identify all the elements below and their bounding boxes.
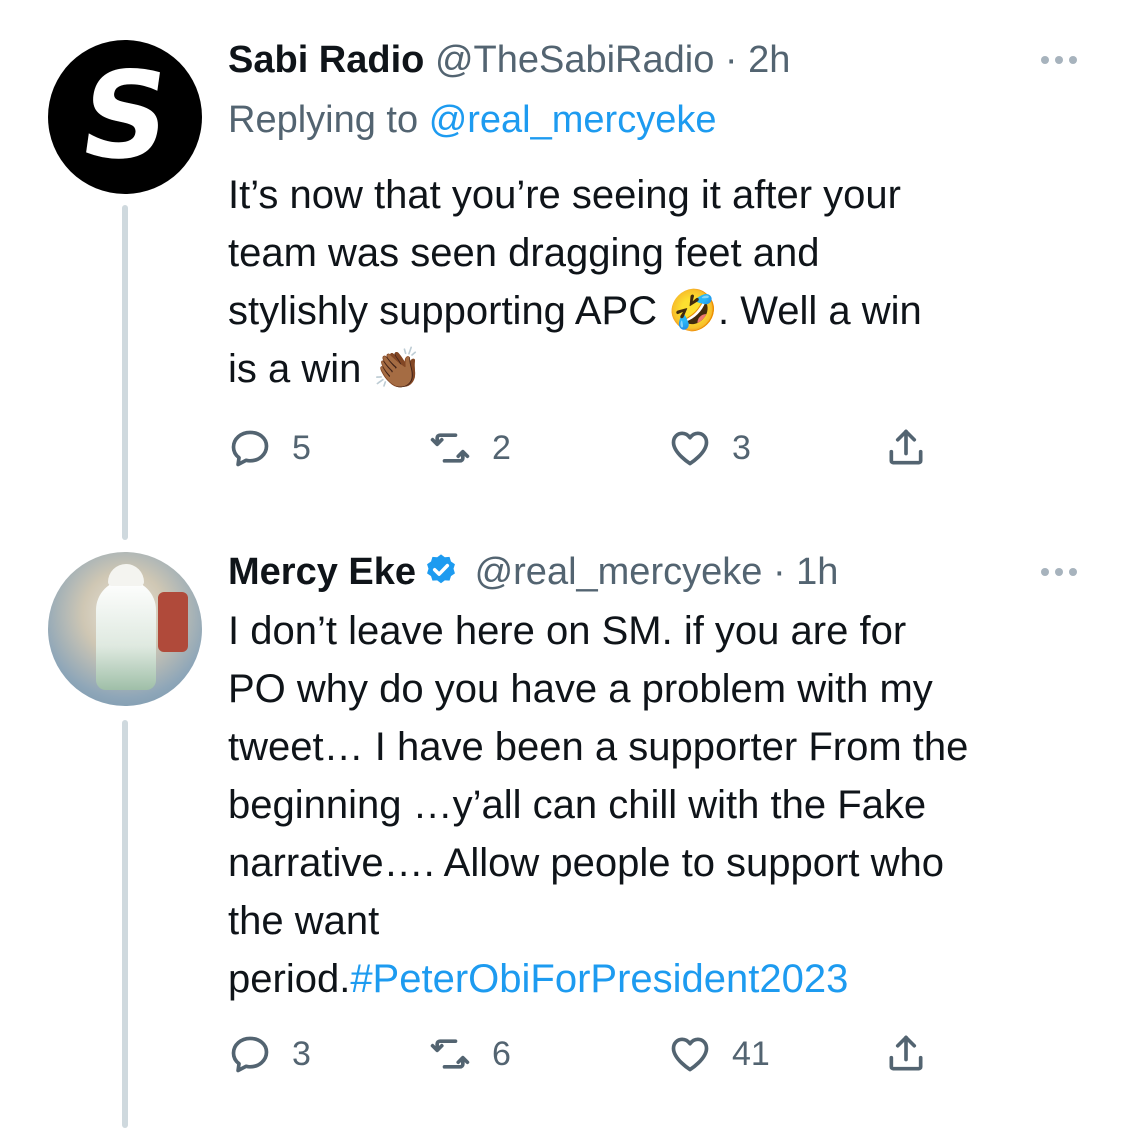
verified-badge-icon: [427, 554, 455, 584]
retweet-button[interactable]: 6: [428, 1032, 511, 1076]
retweet-button[interactable]: 2: [428, 426, 511, 470]
tweet-text-line: team was seen dragging feet and: [228, 231, 820, 275]
tweet-text-line: beginning …y’all can chill with the Fake: [228, 783, 927, 827]
user-handle[interactable]: @TheSabiRadio: [435, 39, 714, 81]
display-name[interactable]: Mercy Eke: [228, 551, 416, 593]
reply-count: 5: [292, 428, 311, 467]
like-count: 3: [732, 428, 751, 467]
like-count: 41: [732, 1034, 770, 1073]
avatar-photo: [108, 564, 144, 586]
replying-to-label: Replying to: [228, 99, 419, 141]
tweet-header: Sabi Radio @TheSabiRadio · 2h: [228, 38, 790, 82]
retweet-count: 2: [492, 428, 511, 467]
display-name[interactable]: Sabi Radio: [228, 39, 424, 81]
tweet-actions: 5 2 3: [228, 426, 948, 472]
more-icon[interactable]: [1041, 56, 1077, 64]
tweet-text-line: the want: [228, 899, 380, 943]
tweet-text-line: is a win 👏🏾: [228, 347, 423, 391]
separator: ·: [724, 39, 738, 81]
tweet-text-line: PO why do you have a problem with my: [228, 667, 933, 711]
avatar[interactable]: [48, 552, 202, 706]
tweet-text-line: narrative…. Allow people to support who: [228, 841, 944, 885]
reply-icon: [231, 430, 269, 467]
timestamp[interactable]: 1h: [796, 551, 838, 593]
retweet-icon: [430, 1039, 470, 1069]
separator: ·: [772, 551, 786, 593]
reply-button[interactable]: 3: [228, 1032, 311, 1076]
tweet-text: I don’t leave here on SM. if you are for…: [228, 602, 1088, 1008]
more-icon[interactable]: [1041, 568, 1077, 576]
tweet-text-line: stylishly supporting APC 🤣. Well a win: [228, 289, 922, 333]
tweet-header: Mercy Eke @real_mercyeke · 1h: [228, 550, 838, 594]
avatar-photo: [96, 580, 156, 690]
tweet-text-line: It’s now that you’re seeing it after you…: [228, 173, 901, 217]
share-icon: [889, 429, 923, 465]
heart-icon: [671, 1037, 709, 1072]
thread-connector-line: [122, 205, 128, 540]
share-button[interactable]: [884, 426, 928, 470]
avatar-letter: S: [72, 47, 179, 186]
reply-count: 3: [292, 1034, 311, 1073]
reply-icon: [231, 1036, 269, 1073]
like-button[interactable]: 3: [668, 426, 751, 470]
timestamp[interactable]: 2h: [748, 39, 790, 81]
thread-connector-line: [122, 720, 128, 1128]
hashtag-link[interactable]: #PeterObiForPresident2023: [350, 957, 848, 1001]
share-button[interactable]: [884, 1032, 928, 1076]
tweet-text-line: I don’t leave here on SM. if you are for: [228, 609, 907, 653]
tweet-text: It’s now that you’re seeing it after you…: [228, 166, 1088, 398]
tweet-actions: 3 6 41: [228, 1032, 948, 1078]
avatar-logo: S: [48, 40, 202, 194]
reply-button[interactable]: 5: [228, 426, 311, 470]
tweet-text-line: tweet… I have been a supporter From the: [228, 725, 969, 769]
tweet-text-fragment: period.: [228, 957, 351, 1001]
retweet-icon: [430, 433, 470, 463]
tweet-text-line: period.#PeterObiForPresident2023: [228, 950, 1088, 1008]
retweet-count: 6: [492, 1034, 511, 1073]
share-icon: [889, 1035, 923, 1071]
heart-icon: [671, 431, 709, 466]
avatar[interactable]: S: [48, 40, 202, 194]
like-button[interactable]: 41: [668, 1032, 770, 1076]
user-handle[interactable]: @real_mercyeke: [475, 551, 763, 593]
replying-to-handle[interactable]: @real_mercyeke: [429, 99, 717, 141]
avatar-photo: [158, 592, 188, 652]
replying-to: Replying to @real_mercyeke: [228, 98, 716, 142]
